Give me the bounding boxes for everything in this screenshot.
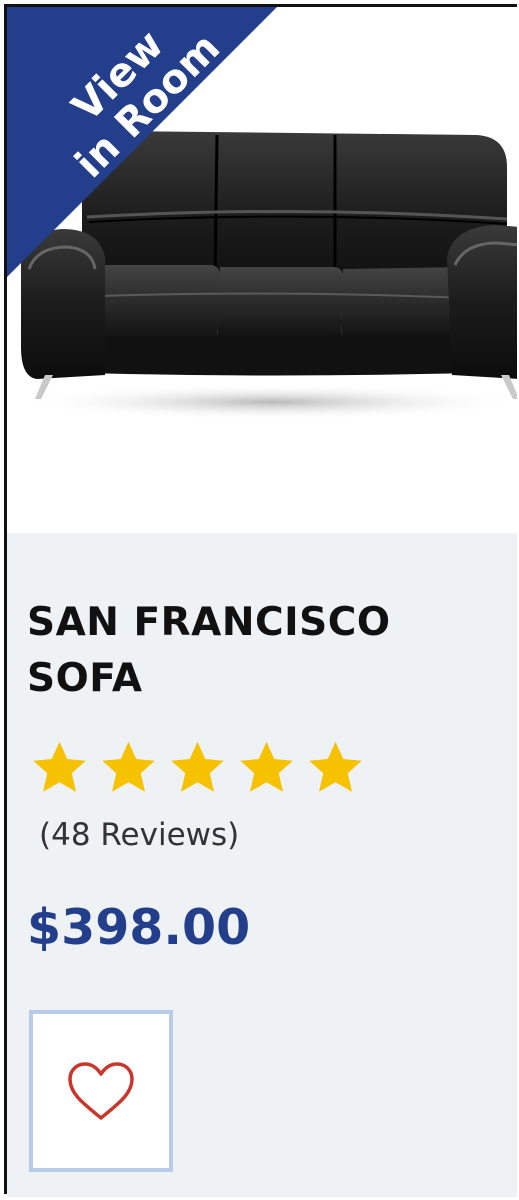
product-price: $398.00	[27, 899, 251, 956]
product-name[interactable]: SAN FRANCISCO SOFA	[27, 595, 497, 707]
star-icon	[33, 741, 86, 792]
heart-outline-icon	[68, 1062, 134, 1120]
view-in-room-badge[interactable]: View in Room	[7, 7, 277, 277]
star-icon	[240, 741, 293, 792]
add-to-favorites-button[interactable]	[29, 1010, 173, 1172]
product-image[interactable]: View in Room	[7, 7, 517, 533]
product-info: SAN FRANCISCO SOFA (48 Reviews) $398.00	[7, 533, 517, 1197]
star-icon	[102, 741, 155, 792]
rating-stars	[29, 738, 366, 798]
reviews-link[interactable]: (48 Reviews)	[39, 815, 239, 855]
star-icon	[309, 741, 362, 792]
product-card[interactable]: View in Room SAN FRANCISCO SOFA (48 Revi…	[4, 4, 517, 1197]
star-icon	[171, 741, 224, 792]
